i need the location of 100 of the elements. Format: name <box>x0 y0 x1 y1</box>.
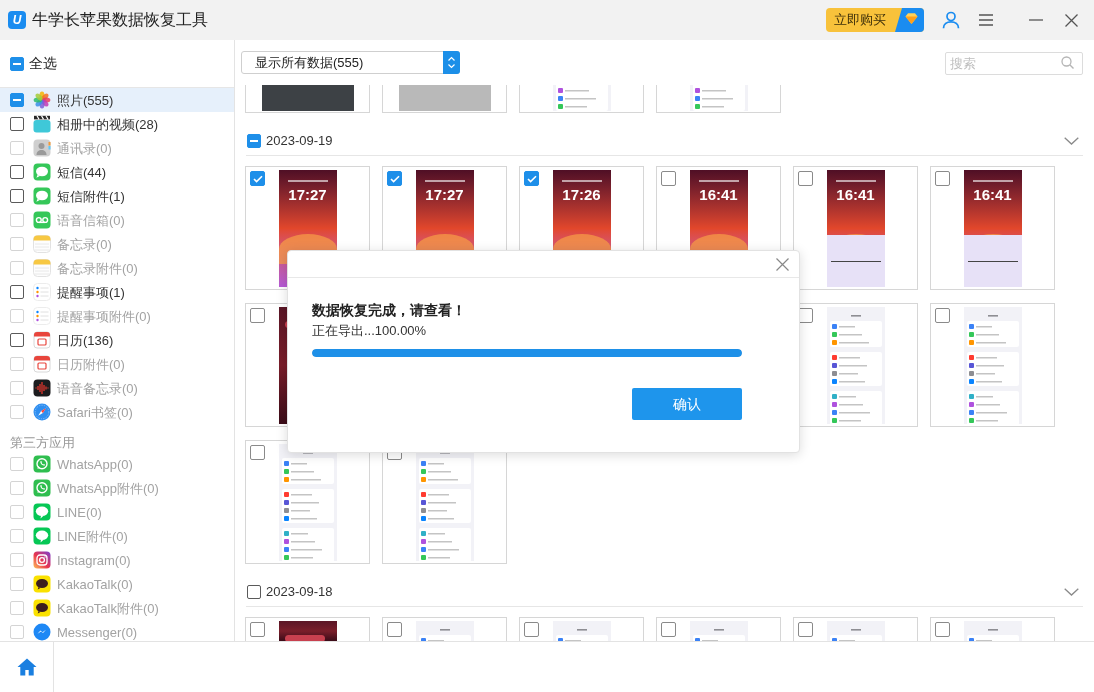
lockscreen-time: 17:27 <box>288 186 327 203</box>
window-title: 牛学长苹果数据恢复工具 <box>32 10 208 30</box>
checkmark-icon <box>526 174 537 183</box>
lockscreen-time: 17:26 <box>562 186 601 203</box>
checkmark-icon <box>252 174 263 183</box>
close-icon[interactable] <box>776 257 789 271</box>
text-line-shape <box>972 180 1013 182</box>
settings-screenshot-drawing <box>552 85 611 111</box>
photo-card[interactable]: 16:41 <box>793 166 918 290</box>
checkbox[interactable] <box>935 308 950 323</box>
group-date: 2023-09-19 <box>266 132 333 151</box>
checkbox[interactable] <box>935 171 950 186</box>
checkbox[interactable] <box>524 171 539 186</box>
camera-icon <box>33 551 51 569</box>
text-line-shape <box>698 180 739 182</box>
lockscreen-time: 17:27 <box>425 186 464 203</box>
filter-dropdown[interactable]: 显示所有数据(555) <box>241 51 460 74</box>
group-date: 2023-09-18 <box>266 583 333 602</box>
checkbox[interactable] <box>10 117 24 131</box>
notepad-icon <box>33 259 51 277</box>
checkbox[interactable] <box>250 171 265 186</box>
widget-panel <box>963 235 1022 287</box>
compass-icon <box>33 403 51 421</box>
checkbox[interactable] <box>798 171 813 186</box>
waveform-icon <box>33 379 51 397</box>
chat-bubble-icon <box>33 527 51 545</box>
checkbox[interactable] <box>661 171 676 186</box>
confirm-button[interactable]: 确认 <box>632 388 742 420</box>
home-icon[interactable] <box>16 658 37 676</box>
widget-panel <box>826 235 885 287</box>
sidebar-item[interactable]: 短信(44) <box>0 160 234 184</box>
text-line-shape <box>835 180 876 182</box>
lockscreen-time: 16:41 <box>699 186 738 203</box>
chat-bubble-icon <box>33 503 51 521</box>
settings-screenshot-drawing <box>689 85 748 111</box>
search-icon[interactable] <box>1061 56 1074 69</box>
chat-bubble-icon <box>33 163 51 181</box>
checkbox[interactable] <box>250 445 265 460</box>
checkbox[interactable] <box>387 622 402 637</box>
search-field[interactable]: 搜索 <box>945 52 1083 75</box>
checkbox[interactable] <box>10 56 24 71</box>
calendar-icon <box>33 331 51 349</box>
speech-bubble-icon <box>33 599 51 617</box>
checkbox[interactable] <box>935 622 950 637</box>
settings-screenshot-drawing <box>826 621 885 641</box>
settings-screenshot-drawing <box>415 621 474 641</box>
voicemail-icon <box>33 211 51 229</box>
checkbox[interactable] <box>247 585 261 599</box>
close-icon[interactable] <box>1065 13 1078 27</box>
photo-card[interactable]: 16:41 <box>930 166 1055 290</box>
sidebar-item[interactable]: 短信附件(1) <box>0 184 234 208</box>
clapperboard-icon <box>33 115 51 133</box>
checklist-icon <box>33 307 51 325</box>
user-icon[interactable] <box>942 11 960 29</box>
text-line-shape <box>561 180 602 182</box>
gem-icon <box>895 8 924 32</box>
photo-card[interactable] <box>245 617 370 641</box>
sidebar-item[interactable]: 照片(555) <box>0 88 234 112</box>
app-logo: U <box>8 11 26 29</box>
checkbox[interactable] <box>247 134 261 148</box>
up-down-arrows-icon <box>443 51 460 74</box>
lockscreen-time: 16:41 <box>973 186 1012 203</box>
text-line-shape <box>424 180 465 182</box>
chevron-down-icon[interactable] <box>1064 137 1079 145</box>
photo-card[interactable] <box>245 85 370 113</box>
checkbox[interactable] <box>10 93 24 107</box>
sidebar-item[interactable]: 提醒事项(1) <box>0 280 234 304</box>
checkbox[interactable] <box>250 622 265 637</box>
settings-screenshot-drawing <box>552 621 611 641</box>
settings-screenshot-drawing <box>689 621 748 641</box>
checkbox[interactable] <box>387 171 402 186</box>
phone-bubble-icon <box>33 455 51 473</box>
flower-icon <box>33 91 51 109</box>
contact-card-icon <box>33 139 51 157</box>
menu-icon[interactable] <box>979 14 993 26</box>
chevron-down-icon[interactable] <box>1064 588 1079 596</box>
settings-screenshot-drawing <box>963 621 1022 641</box>
checkbox[interactable] <box>10 189 24 203</box>
dialog-title: 数据恢复完成，请查看！ <box>312 301 467 320</box>
checkbox[interactable] <box>10 285 24 299</box>
checkbox[interactable] <box>661 622 676 637</box>
checkbox[interactable] <box>798 622 813 637</box>
checkmark-icon <box>389 174 400 183</box>
lightning-bubble-icon <box>33 623 51 641</box>
pill-shape <box>284 635 325 641</box>
calendar-icon <box>33 355 51 373</box>
checkbox[interactable] <box>10 333 24 347</box>
select-all-option[interactable]: 全选 <box>0 51 61 76</box>
checkbox[interactable] <box>10 165 24 179</box>
checkbox[interactable] <box>250 308 265 323</box>
chat-bubble-icon <box>33 187 51 205</box>
buy-button[interactable]: 立即购买 <box>826 8 924 32</box>
sidebar-item[interactable]: 日历(136) <box>0 328 234 352</box>
text-line-shape <box>287 180 328 182</box>
sidebar-item[interactable]: 相册中的视频(28) <box>0 112 234 136</box>
checkbox[interactable] <box>524 622 539 637</box>
checklist-icon <box>33 283 51 301</box>
speech-bubble-icon <box>33 575 51 593</box>
notepad-icon <box>33 235 51 253</box>
export-status: 正在导出...100.00% <box>312 322 428 340</box>
